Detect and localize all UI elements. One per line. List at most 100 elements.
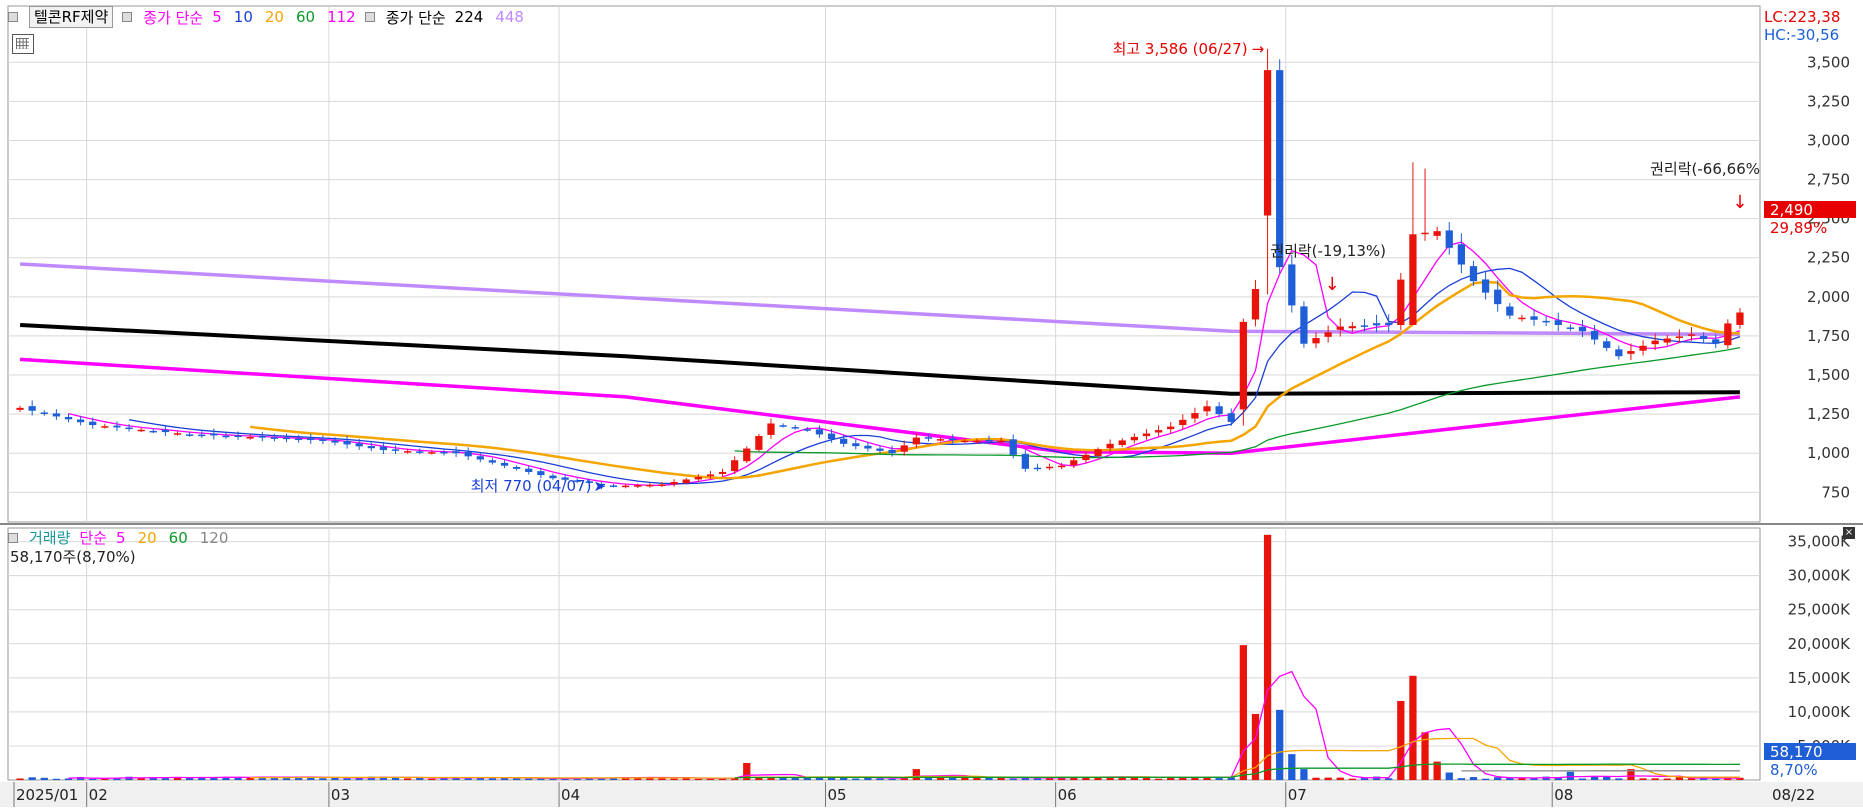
candle-body [77, 419, 84, 422]
x-axis-bar [0, 782, 1863, 807]
legend-vol-ma-20[interactable]: 20 [138, 529, 157, 547]
candle-body [1288, 264, 1295, 305]
volume-panel-frame [8, 528, 1760, 780]
candle-body [1119, 440, 1126, 445]
volume-bar [1385, 778, 1392, 780]
candle-body [1046, 467, 1053, 469]
candle-body [1470, 266, 1477, 281]
candle-body [731, 460, 738, 471]
volume-bar [53, 779, 60, 780]
volume-bar [1034, 779, 1041, 780]
legend-ma-20[interactable]: 20 [265, 8, 284, 26]
candle-body [101, 426, 108, 428]
candle-body [1022, 454, 1029, 469]
candle-body [1506, 307, 1513, 316]
candle-body [792, 427, 799, 429]
ma-prefix: 종가 단순 [143, 7, 203, 28]
grid-icon[interactable] [12, 34, 34, 54]
candle-body [1555, 320, 1562, 325]
candle-body [113, 426, 120, 428]
legend-vol-ma-120[interactable]: 120 [200, 529, 229, 547]
candle-body [610, 485, 617, 487]
legend-ma-112[interactable]: 112 [327, 8, 356, 26]
candle-body [1421, 233, 1428, 235]
candle-body [767, 423, 774, 434]
x-axis-label: 08 [1554, 786, 1573, 804]
volume-tag-change: 8,70% [1770, 761, 1818, 779]
candle-body [719, 472, 726, 474]
volume-bar [1288, 754, 1295, 780]
candle-body [1591, 331, 1598, 340]
legend-ma-10[interactable]: 10 [234, 8, 253, 26]
stock-chart-window: 7501,0001,2501,5001,7502,0002,2502,5002,… [0, 0, 1863, 807]
candle-body [1446, 230, 1453, 247]
volume-bar [913, 769, 920, 780]
volume-y-tick-label: 15,000K [1788, 669, 1851, 687]
candle-body [234, 435, 241, 437]
rights-annotation-2: 권리락(-66,66% [1650, 160, 1760, 178]
legend-ma-60[interactable]: 60 [296, 8, 315, 26]
candle-body [368, 446, 375, 448]
candle-body [913, 438, 920, 445]
candle-body [1639, 346, 1646, 351]
candle-body [1203, 406, 1210, 411]
candle-body [319, 439, 326, 441]
legend-ma-448[interactable]: 448 [495, 8, 524, 26]
price-y-tick-label: 1,250 [1807, 405, 1850, 423]
volume-bar [888, 779, 895, 780]
volume-ma-5-line [69, 672, 1740, 779]
volume-bar [852, 779, 859, 780]
candle-body [949, 438, 956, 440]
candle-body [1228, 413, 1235, 422]
price-y-tick-label: 1,750 [1807, 327, 1850, 345]
lc-readout: LC:223,38 [1764, 8, 1840, 26]
volume-bar [876, 778, 883, 780]
volume-bar [1252, 714, 1259, 780]
volume-bar [29, 777, 36, 780]
legend-vol-ma-5[interactable]: 5 [116, 529, 126, 547]
candle-body [150, 431, 157, 433]
volume-bar [1349, 779, 1356, 780]
volume-y-tick-label: 10,000K [1788, 703, 1851, 721]
candle-body [973, 441, 980, 443]
candle-body [1215, 406, 1222, 414]
candle-body [1070, 460, 1077, 465]
volume-y-tick-label: 30,000K [1788, 567, 1851, 585]
volume-bar [489, 778, 496, 780]
legend-vol-ma-60[interactable]: 60 [169, 529, 188, 547]
candle-body [1264, 70, 1271, 215]
candle-body [658, 484, 665, 486]
volume-ma-20-line [250, 739, 1740, 779]
candle-body [138, 430, 145, 432]
candle-body [985, 440, 992, 442]
candle-body [428, 452, 435, 454]
stock-name[interactable]: 텔콘RF제약 [29, 6, 113, 28]
legend-ma-224[interactable]: 224 [455, 8, 484, 26]
volume-bar [1470, 777, 1477, 780]
candle-body [1385, 323, 1392, 325]
volume-bar [1409, 676, 1416, 780]
volume-bar [89, 779, 96, 780]
candle-body [816, 429, 823, 434]
volume-bar [343, 778, 350, 780]
chart-canvas[interactable]: 7501,0001,2501,5001,7502,0002,2502,5002,… [0, 0, 1863, 807]
candle-body [1300, 306, 1307, 343]
candle-body [1615, 349, 1622, 356]
candle-body [1058, 466, 1065, 468]
candle-body [1543, 321, 1550, 323]
volume-tag-value: 58,170 [1770, 743, 1823, 761]
candle-body [864, 446, 871, 449]
x-axis-label: 06 [1058, 786, 1077, 804]
legend-ma-5[interactable]: 5 [212, 8, 222, 26]
candle-body [174, 433, 181, 435]
volume-bar [319, 778, 326, 780]
volume-bar [1300, 769, 1307, 780]
candle-body [646, 485, 653, 487]
candle-body [840, 439, 847, 444]
volume-bar [1494, 777, 1501, 780]
x-axis-label: 05 [827, 786, 846, 804]
candle-body [16, 408, 23, 410]
volume-bar [1325, 778, 1332, 780]
candle-body [210, 433, 217, 435]
close-icon[interactable]: × [1843, 527, 1855, 539]
